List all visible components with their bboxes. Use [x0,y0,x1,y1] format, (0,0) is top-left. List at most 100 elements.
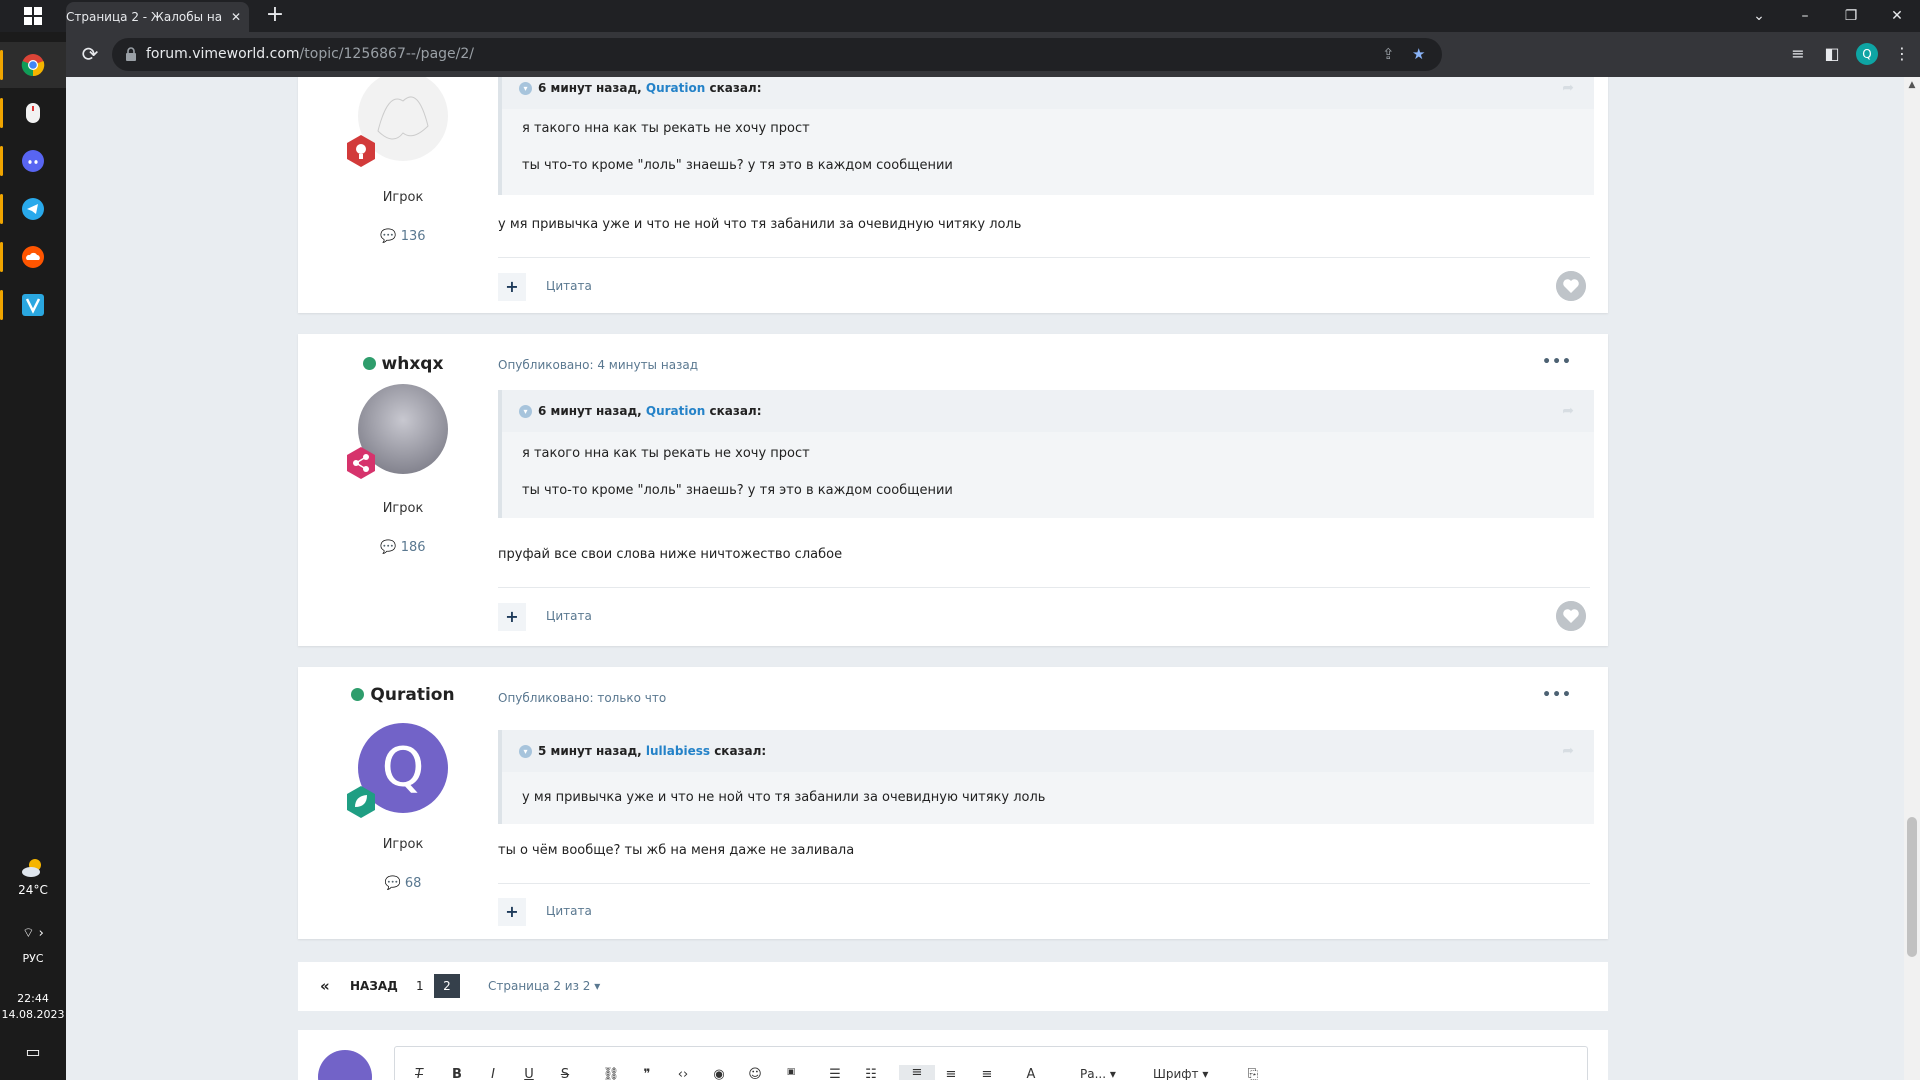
prev-page-link[interactable]: НАЗАД [350,962,398,1011]
page-link-1[interactable]: 1 [416,962,424,1011]
avatar [318,1050,372,1080]
online-indicator [351,688,365,701]
post-date[interactable]: Опубликовано: 4 минуты назад [498,358,698,372]
strike-button[interactable]: S [553,1067,577,1080]
mouse-app-icon[interactable] [0,90,66,136]
url-path: /topic/1256867--/page/2/ [299,46,474,62]
author-name[interactable]: Quration [298,685,508,705]
scroll-up-icon[interactable]: ▲ [1904,77,1920,93]
post-divider [498,587,1590,588]
quote-button[interactable]: Цитата [546,279,592,293]
bookmark-star-icon[interactable]: ★ [1412,38,1425,71]
post-count[interactable]: 💬 136 [298,229,508,244]
post-date[interactable]: Опубликовано: только что [498,691,666,705]
first-page-icon[interactable]: « [320,962,330,1011]
post-body: пруфай все свои слова ниже ничтожество с… [498,547,843,562]
font-dropdown[interactable]: Шрифт ▾ [1153,1067,1208,1080]
forum-post: Игрок 💬 136 ▾ 6 минут назад, Quration ск… [298,77,1608,313]
clock-time[interactable]: 22:44 [0,992,66,1005]
discord-app-icon[interactable] [0,138,66,184]
quote-insert-icon[interactable]: ❞ [635,1067,659,1080]
page-jump-dropdown[interactable]: Страница 2 из 2 ▾ [488,962,600,1011]
post-count-value: 68 [404,876,422,891]
lock-icon [126,47,136,61]
close-window-button[interactable]: ✕ [1874,0,1920,32]
link-icon[interactable]: ⛓ [599,1067,623,1080]
author-name[interactable]: whxqx [298,354,508,374]
align-left-icon[interactable]: ≡ [899,1065,935,1080]
gif-icon[interactable]: ▣ [779,1067,803,1080]
quote-author-link[interactable]: lullabiess [646,744,710,758]
author-name-text: Quration [370,685,455,705]
post-count[interactable]: 💬 68 [298,876,508,891]
page-scrollbar[interactable]: ▲ [1904,77,1920,1080]
reaction-heart-icon[interactable] [1556,271,1586,301]
clock-date[interactable]: 14.08.2023 [0,1008,66,1021]
quote-time: 6 минут назад, [538,81,642,95]
reaction-heart-icon[interactable] [1556,601,1586,631]
post-body: у мя привычка уже и что не ной что тя за… [498,217,1022,232]
vimeworld-app-icon[interactable] [0,282,66,328]
soundcloud-app-icon[interactable] [0,234,66,280]
post-count[interactable]: 💬 186 [298,540,508,555]
address-bar[interactable]: forum.vimeworld.com/topic/1256867--/page… [112,38,1442,71]
quote-line: я такого нна как ты рекать не хочу прост [522,446,810,461]
browser-tab[interactable]: Страница 2 - Жалобы на игр ✕ [66,2,249,32]
share-arrow-icon[interactable]: ➦ [1562,77,1574,109]
quote-button[interactable]: Цитата [546,904,592,918]
quote-said: сказал: [709,81,762,95]
language-indicator[interactable]: РУС [0,952,66,965]
quote-block: ▾ 6 минут назад, Quration сказал: ➦ я та… [498,390,1594,518]
paragraph-dropdown[interactable]: Ра... ▾ [1080,1067,1116,1080]
network-icon[interactable]: ⌔ › [0,925,66,941]
menu-icon[interactable]: ⋮ [1890,42,1914,66]
underline-button[interactable]: U [517,1067,541,1080]
weather-icon[interactable] [20,857,46,879]
bullet-list-icon[interactable]: ☰ [823,1067,847,1080]
quote-author-link[interactable]: Quration [646,81,705,95]
italic-button[interactable]: I [481,1067,505,1080]
share-arrow-icon[interactable]: ➦ [1562,390,1574,432]
weather-temperature: 24°C [18,883,48,897]
url-text: forum.vimeworld.com/topic/1256867--/page… [146,38,474,71]
minimize-button[interactable]: – [1782,0,1828,32]
quote-button[interactable]: Цитата [546,609,592,623]
post-options-icon[interactable]: ••• [1542,354,1572,370]
share-arrow-icon[interactable]: ➦ [1562,730,1574,772]
multiquote-button[interactable]: + [498,273,526,301]
reload-icon[interactable]: ⟳ [78,42,102,66]
share-icon[interactable]: ⇪ [1382,38,1395,71]
align-right-icon[interactable]: ≡ [975,1067,999,1080]
new-tab-button[interactable]: + [262,3,288,29]
quote-header: ▾ 6 минут назад, Quration сказал: ➦ [502,390,1594,432]
tab-close-icon[interactable]: ✕ [231,2,241,32]
emoji-icon[interactable]: ☺ [743,1067,767,1080]
post-options-icon[interactable]: ••• [1542,687,1572,703]
pagination: « НАЗАД 1 2 Страница 2 из 2 ▾ [298,962,1608,1011]
quote-header: ▾ 6 минут назад, Quration сказал: ➦ [502,77,1594,109]
quote-author-link[interactable]: Quration [646,404,705,418]
tab-search-icon[interactable]: ⌄ [1736,0,1782,32]
notifications-icon[interactable]: ▭ [0,1042,66,1061]
chrome-app-icon[interactable] [0,42,66,88]
numbered-list-icon[interactable]: ☷ [859,1067,883,1080]
profile-avatar[interactable]: Q [1856,43,1878,65]
scroll-thumb[interactable] [1907,817,1917,957]
telegram-app-icon[interactable] [0,186,66,232]
post-divider [498,257,1590,258]
multiquote-button[interactable]: + [498,603,526,631]
spoiler-icon[interactable]: ◉ [707,1067,731,1080]
windows-start-icon[interactable] [0,0,66,32]
font-color-icon[interactable]: A [1019,1067,1043,1080]
restore-button[interactable]: ❐ [1828,0,1874,32]
bold-button[interactable]: B [445,1067,469,1080]
media-control-icon[interactable]: ≡ [1786,42,1810,66]
source-icon[interactable]: ⎘ [1241,1067,1265,1080]
multiquote-button[interactable]: + [498,898,526,926]
code-icon[interactable]: ‹› [671,1067,695,1080]
side-panel-icon[interactable]: ◧ [1820,42,1844,66]
quote-block: ▾ 6 минут назад, Quration сказал: ➦ я та… [498,77,1594,195]
align-center-icon[interactable]: ≡ [939,1067,963,1080]
clear-format-icon[interactable]: T [407,1067,431,1080]
post-count-value: 186 [400,540,426,555]
